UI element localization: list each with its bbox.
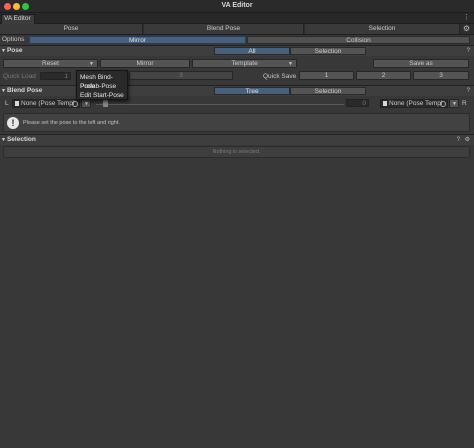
left-pose-template-value: None (Pose Templ <box>21 100 75 107</box>
blend-slider-track[interactable] <box>96 104 344 105</box>
foldout-triangle-icon: ▼ <box>1 137 6 143</box>
options-row: Options Mirror Collision <box>0 35 474 45</box>
gear-icon[interactable]: ⚙ <box>463 24 470 34</box>
document-icon <box>15 101 19 106</box>
selection-list: Nothing is selected. <box>3 146 470 158</box>
window-title: VA Editor <box>221 2 253 9</box>
menu-item-prefab-pose[interactable]: Prefab-Pose <box>77 82 127 91</box>
blend-pose-section-title: Blend Pose <box>6 87 43 94</box>
pose-mirror-button[interactable]: Mirror <box>100 59 190 68</box>
right-pose-template-value: None (Pose Templ <box>389 100 443 107</box>
reset-label: Reset <box>42 60 59 67</box>
help-icon[interactable]: ? <box>467 47 470 55</box>
selection-section-header[interactable]: ▼Selection ? ⚙ <box>0 134 474 145</box>
options-mirror-toggle[interactable]: Mirror <box>29 36 246 44</box>
blend-seg-tree[interactable]: Tree <box>214 87 290 95</box>
options-label: Options <box>2 36 25 43</box>
pose-seg-selection[interactable]: Selection <box>290 47 366 55</box>
blend-slider-thumb[interactable] <box>103 100 108 107</box>
right-label: R <box>462 100 467 107</box>
template-dropdown[interactable]: Template ▼ <box>192 59 297 68</box>
save-as-button[interactable]: Save as <box>373 59 469 68</box>
left-label: L <box>5 100 9 107</box>
toolbar-pose-button[interactable]: Pose <box>0 24 143 34</box>
quick-load-label: Quick Load <box>3 73 36 80</box>
template-label: Template <box>231 60 258 67</box>
gear-icon[interactable]: ⚙ <box>465 136 470 144</box>
foldout-triangle-icon: ▼ <box>1 88 6 94</box>
quick-load-slot-3[interactable]: 3 <box>129 71 233 80</box>
pose-section-title: Pose <box>6 47 23 54</box>
chevron-down-icon: ▼ <box>84 101 89 107</box>
quick-save-slot-2[interactable]: 2 <box>356 71 411 80</box>
object-picker-icon[interactable] <box>440 101 446 107</box>
reset-dropdown[interactable]: Reset ▼ <box>3 59 98 68</box>
reset-popup-menu: Mesh Bind-Pose Prefab-Pose Edit Start-Po… <box>76 70 128 100</box>
chevron-down-icon: ▼ <box>288 61 293 67</box>
tab-bar: VA Editor ⋮ <box>0 13 474 24</box>
quick-save-label: Quick Save <box>263 73 297 80</box>
chevron-down-icon: ▼ <box>452 101 457 107</box>
help-message-box: ! Please set the pose to the left and ri… <box>3 113 470 132</box>
object-picker-icon[interactable] <box>72 101 78 107</box>
quick-save-slot-1[interactable]: 1 <box>299 71 354 80</box>
pose-section-header[interactable]: ▼Pose All Selection ? <box>0 45 474 56</box>
quick-load-slot-1[interactable]: 1 <box>40 72 71 80</box>
mode-toolbar: Pose Blend Pose Selection ⚙ <box>0 24 474 35</box>
menu-item-mesh-bind-pose[interactable]: Mesh Bind-Pose <box>77 73 127 90</box>
quick-save-slot-3[interactable]: 3 <box>413 71 469 80</box>
tab-va-editor[interactable]: VA Editor <box>1 14 35 24</box>
more-options-icon[interactable]: ⋮ <box>463 14 470 22</box>
help-icon[interactable]: ? <box>457 136 460 144</box>
left-pose-template-field[interactable]: None (Pose Templ <box>12 99 80 108</box>
blend-seg-selection[interactable]: Selection <box>290 87 366 95</box>
blend-value-field[interactable]: 0 <box>346 99 369 107</box>
menu-item-edit-start-pose[interactable]: Edit Start-Pose <box>77 91 127 100</box>
blend-pose-section-header[interactable]: ▼Blend Pose Tree Selection ? <box>0 85 474 96</box>
right-pose-dropdown[interactable]: ▼ <box>449 99 459 108</box>
left-pose-dropdown[interactable]: ▼ <box>81 99 91 108</box>
foldout-triangle-icon: ▼ <box>1 48 6 54</box>
right-pose-template-field[interactable]: None (Pose Templ <box>380 99 448 108</box>
selection-empty-text: Nothing is selected. <box>212 149 261 155</box>
document-icon <box>383 101 387 106</box>
selection-section-title: Selection <box>6 136 36 143</box>
pose-seg-all[interactable]: All <box>214 47 290 55</box>
toolbar-blend-pose-button[interactable]: Blend Pose <box>144 24 304 34</box>
title-bar: VA Editor <box>0 0 474 13</box>
toolbar-selection-button[interactable]: Selection <box>305 24 460 34</box>
help-icon[interactable]: ? <box>467 87 470 95</box>
options-collision-toggle[interactable]: Collision <box>247 36 470 44</box>
help-message-text: Please set the pose to the left and righ… <box>23 120 120 126</box>
warning-icon: ! <box>7 117 19 129</box>
chevron-down-icon: ▼ <box>89 61 94 67</box>
